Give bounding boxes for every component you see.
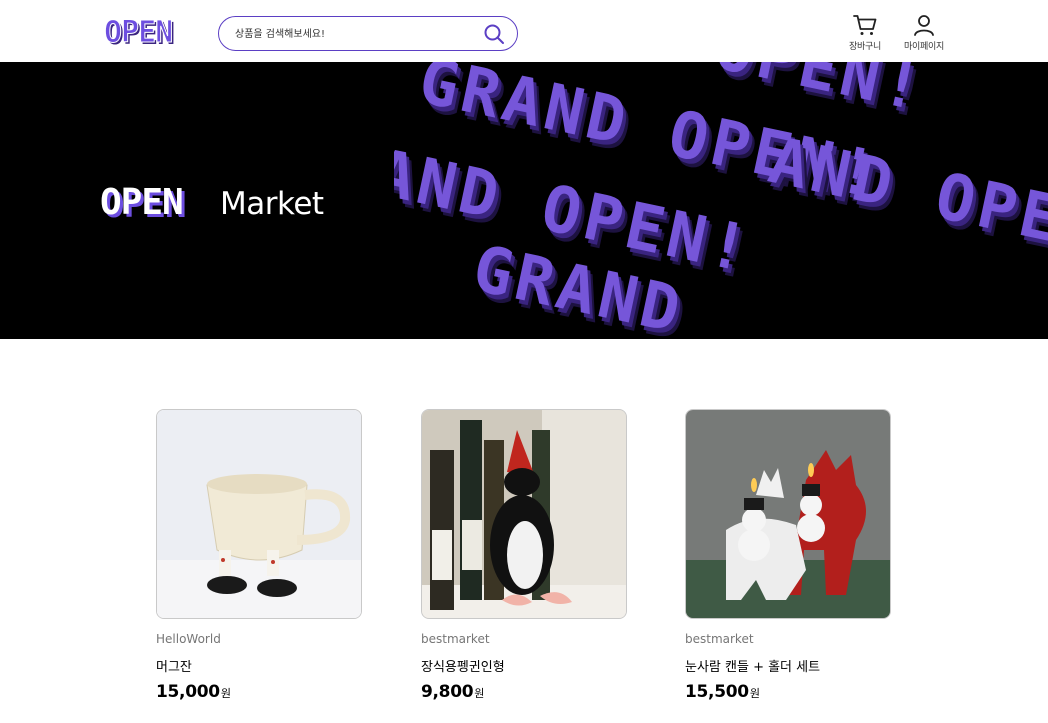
search-input[interactable] <box>235 25 475 43</box>
search-icon[interactable] <box>483 23 505 45</box>
product-price: 15,000 원 <box>156 682 362 706</box>
banner-logo-text: OPEN <box>100 184 183 223</box>
product-name: 머그잔 <box>156 660 192 675</box>
mug-image <box>157 410 361 618</box>
logo-text: OPEN <box>104 16 172 50</box>
cart-label: 장바구니 <box>849 42 881 52</box>
banner-word: AND OPEN <box>762 124 1048 268</box>
price-unit: 원 <box>220 687 231 700</box>
product-price: 9,800 원 <box>421 682 627 706</box>
price-value: 9,800 <box>421 682 474 702</box>
banner-market-text: Market <box>220 186 324 222</box>
product-seller: HelloWorld <box>156 632 221 646</box>
product-image[interactable] <box>421 409 627 619</box>
mypage-label: 마이페이지 <box>904 42 944 52</box>
price-value: 15,500 <box>685 682 749 702</box>
snowman-candle-image <box>686 410 890 618</box>
product-image[interactable] <box>685 409 891 619</box>
user-icon <box>914 15 934 36</box>
site-header: OPEN OPEN 장바구니 마이페이지 <box>0 0 1048 62</box>
cart-button[interactable]: 장바구니 <box>835 14 895 54</box>
search-bar <box>218 16 518 51</box>
price-value: 15,000 <box>156 682 220 702</box>
product-price: 15,500 원 <box>685 682 891 706</box>
product-image[interactable] <box>156 409 362 619</box>
product-name: 장식용펭귄인형 <box>421 660 505 675</box>
product-seller: bestmarket <box>421 632 490 646</box>
product-card[interactable]: bestmarket 장식용펭귄인형 9,800 원 <box>421 409 627 706</box>
hero-banner[interactable]: OPEN! GRAND OPEN! AND OPEN AND OPEN! GRA… <box>0 62 1048 339</box>
product-name: 눈사람 캔들 + 홀더 세트 <box>685 660 821 675</box>
mypage-button[interactable]: 마이페이지 <box>894 14 954 54</box>
price-unit: 원 <box>474 687 485 700</box>
product-seller: bestmarket <box>685 632 754 646</box>
penguin-image <box>422 410 626 618</box>
product-card[interactable]: HelloWorld 머그잔 15,000 원 <box>156 409 362 706</box>
logo-icon[interactable]: OPEN OPEN <box>102 16 194 50</box>
banner-title: OPEN OPEN Market <box>98 182 324 226</box>
product-card[interactable]: bestmarket 눈사람 캔들 + 홀더 세트 15,500 원 <box>685 409 891 706</box>
price-unit: 원 <box>749 687 760 700</box>
banner-logo: OPEN OPEN <box>100 184 187 224</box>
cart-icon <box>853 15 877 35</box>
banner-grand-open-art: OPEN! GRAND OPEN! AND OPEN AND OPEN! GRA… <box>394 62 1048 339</box>
